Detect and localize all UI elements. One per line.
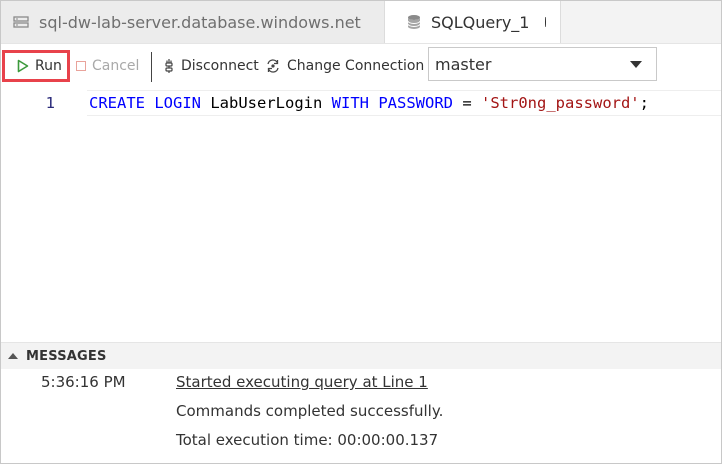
keyword-token: LOGIN (154, 93, 202, 112)
database-icon (407, 14, 421, 30)
tab-label: sql-dw-lab-server.database.windows.net (39, 12, 361, 32)
change-connection-icon (265, 58, 281, 74)
stop-icon (76, 61, 86, 71)
keyword-token: PASSWORD (378, 93, 453, 112)
database-select[interactable]: master (428, 47, 657, 81)
tab-label: SQLQuery_1 (431, 12, 530, 32)
server-icon (13, 14, 29, 30)
disconnect-button[interactable]: Disconnect (163, 58, 259, 74)
messages-panel: 5:36:16 PM Started executing query at Li… (1, 371, 721, 458)
message-time: 5:36:16 PM (41, 373, 126, 391)
disconnect-label: Disconnect (181, 58, 259, 74)
punctuation-token: ; (639, 93, 649, 112)
line-number: 1 (45, 93, 55, 112)
message-row: 5:36:16 PM Started executing query at Li… (1, 371, 721, 400)
tab-sqlquery[interactable]: SQLQuery_1 (385, 1, 561, 43)
messages-title: MESSAGES (26, 348, 107, 364)
keyword-token: CREATE (89, 93, 145, 112)
keyword-token: WITH (331, 93, 369, 112)
tab-server[interactable]: sql-dw-lab-server.database.windows.net (1, 1, 385, 43)
string-token: 'Str0ng_password' (481, 93, 640, 112)
toolbar-separator (151, 52, 152, 82)
change-connection-label: Change Connection (287, 58, 425, 74)
collapse-triangle-icon[interactable] (8, 353, 18, 359)
chevron-down-icon[interactable] (630, 61, 642, 68)
tab-bar: sql-dw-lab-server.database.windows.net S… (1, 1, 721, 44)
cancel-label: Cancel (92, 58, 140, 74)
operator-token: = (453, 93, 481, 112)
code-line[interactable]: 1 CREATE LOGIN LabUserLogin WITH PASSWOR… (1, 90, 721, 115)
run-label: Run (35, 58, 62, 74)
message-link[interactable]: Started executing query at Line 1 (176, 373, 428, 391)
messages-panel-header[interactable]: MESSAGES (1, 342, 721, 369)
message-row: Commands completed successfully. (1, 400, 721, 429)
query-editor-window: sql-dw-lab-server.database.windows.net S… (0, 0, 722, 464)
run-button[interactable]: Run (2, 50, 70, 82)
message-text: Total execution time: 00:00:00.137 (176, 431, 439, 449)
code-text[interactable]: CREATE LOGIN LabUserLogin WITH PASSWORD … (89, 94, 649, 112)
cancel-button[interactable]: Cancel (76, 58, 139, 74)
disconnect-plug-icon (163, 58, 175, 74)
query-toolbar: Run Cancel Disconnect Change Connection … (1, 44, 721, 88)
play-icon (17, 59, 29, 73)
message-row: Total execution time: 00:00:00.137 (1, 429, 721, 458)
message-text: Commands completed successfully. (176, 402, 444, 420)
code-editor[interactable]: 1 CREATE LOGIN LabUserLogin WITH PASSWOR… (1, 88, 721, 338)
unsaved-changes-indicator[interactable] (545, 17, 546, 27)
identifier-token: LabUserLogin (201, 93, 332, 112)
change-connection-button[interactable]: Change Connection (265, 58, 424, 74)
database-selected-value: master (435, 54, 492, 74)
